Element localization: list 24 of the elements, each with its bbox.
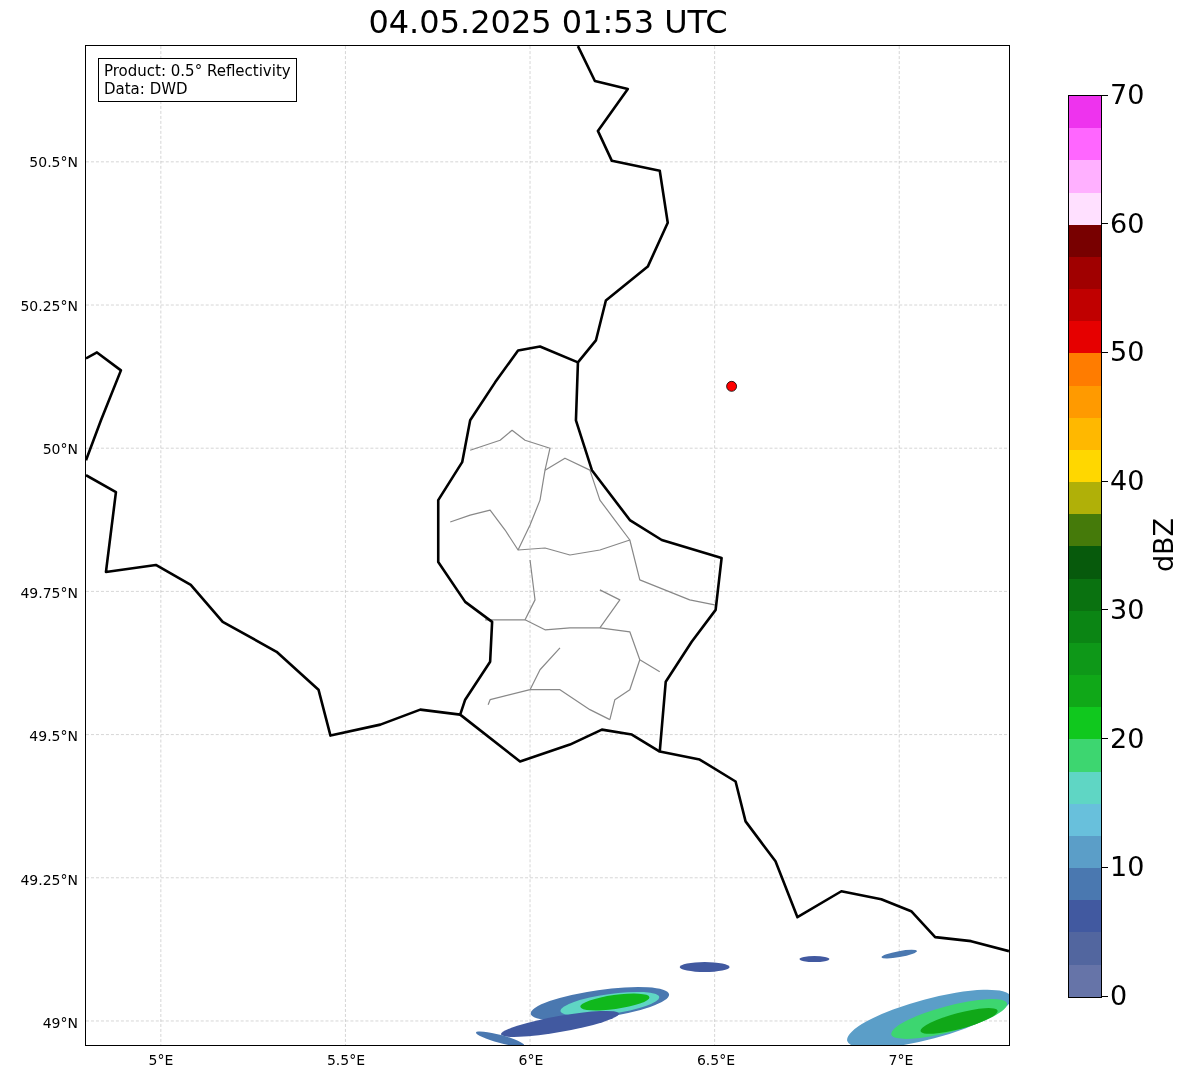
latitude-label: 50°N — [42, 441, 78, 457]
colorbar-tick-label: 10 — [1110, 851, 1145, 884]
latitude-label: 49.5°N — [29, 728, 78, 744]
colorbar-tick-label: 0 — [1110, 980, 1128, 1012]
colorbar-tick-label: 20 — [1110, 722, 1145, 755]
latitude-label: 50.25°N — [20, 297, 78, 314]
longitude-label: 5.5°E — [326, 1052, 366, 1068]
colorbar-tick-label: 70 — [1110, 79, 1145, 111]
latitude-label: 49.75°N — [20, 584, 78, 601]
latitude-label: 50.5°N — [29, 154, 78, 170]
info-text: Product: 0.5° Reflectivity — [104, 62, 291, 80]
colorbar-tick-label: 50 — [1110, 336, 1145, 369]
longitude-label: 5°E — [148, 1052, 174, 1068]
latitude-label: 49°N — [42, 1015, 78, 1031]
longitude-label: 7°E — [888, 1052, 914, 1068]
plot-title: 04.05.2025 01:53 UTC — [368, 2, 728, 43]
colorbar-tick-label: 40 — [1110, 465, 1145, 498]
longitude-label: 6°E — [518, 1052, 544, 1068]
info-text: Data: DWD — [104, 80, 189, 98]
colorbar-tick-label: 60 — [1110, 207, 1145, 240]
colorbar-tick-label: 30 — [1110, 593, 1145, 626]
latitude-label: 49.25°N — [20, 871, 78, 888]
colorbar-label: dBZ — [1147, 517, 1179, 573]
longitude-label: 6.5°E — [696, 1052, 736, 1068]
